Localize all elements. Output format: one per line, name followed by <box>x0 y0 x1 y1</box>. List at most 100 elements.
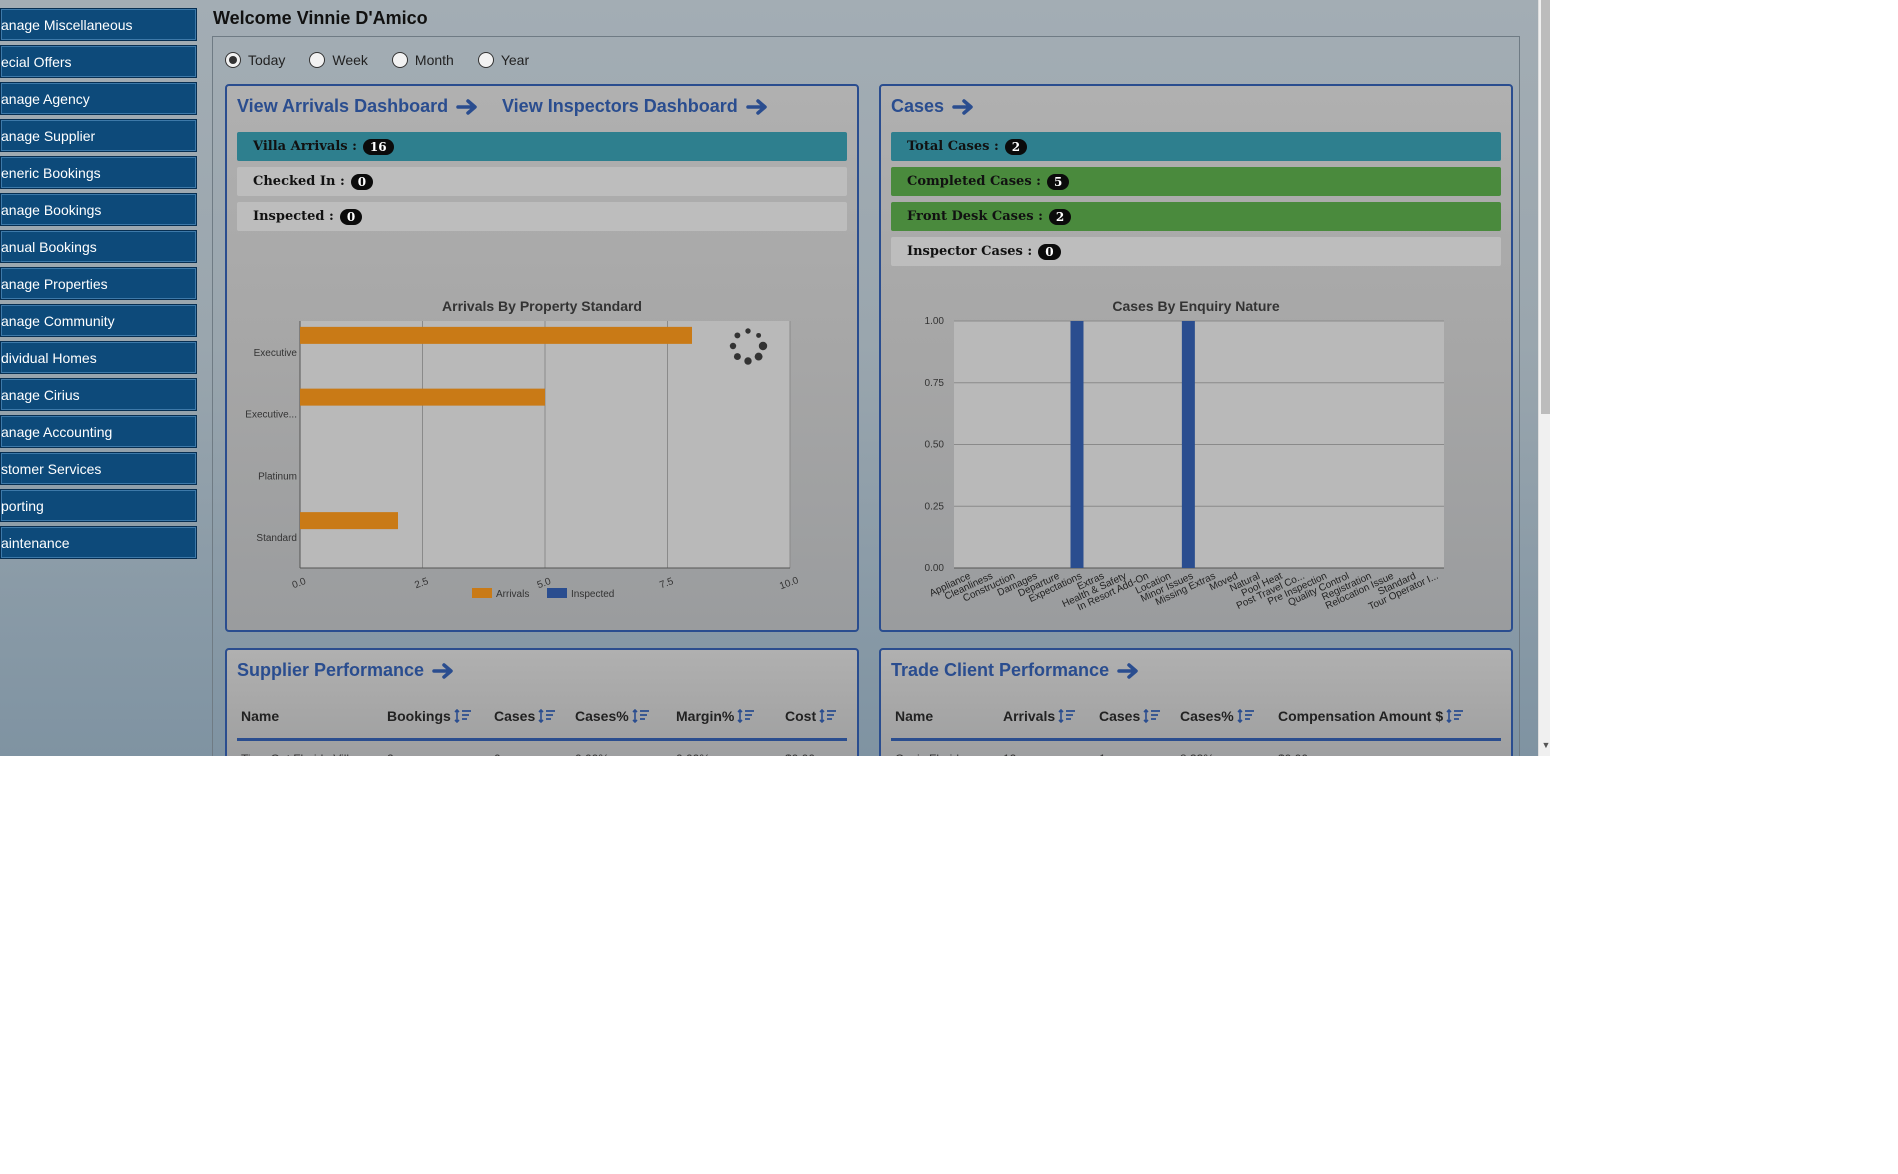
sort-icon[interactable] <box>1446 709 1464 723</box>
sidebar-item-label: eneric Bookings <box>1 164 101 181</box>
cases-bar <box>1181 321 1195 568</box>
column-header[interactable]: Bookings <box>387 708 472 724</box>
sort-icon[interactable] <box>1237 709 1255 723</box>
arrivals-panel: View Arrivals Dashboard View Inspectors … <box>225 84 859 632</box>
stat-badge: 2 <box>1004 138 1028 155</box>
column-header-label: Cases <box>1099 708 1141 724</box>
column-header[interactable]: Compensation Amount $ <box>1278 708 1464 724</box>
cases-title: Cases <box>891 96 945 116</box>
stat-label: Front Desk Cases : <box>907 209 1043 224</box>
app-window: anage Miscellaneous ecial Offers anage Age… <box>0 0 1550 756</box>
stat-badge: 16 <box>362 138 394 155</box>
stat-badge: 5 <box>1046 173 1070 190</box>
column-header[interactable]: Cases% <box>1180 708 1255 724</box>
column-header-label: Name <box>895 708 934 724</box>
y-tick-label: 0.75 <box>925 378 945 389</box>
supplier-performance-panel: Supplier Performance Name Bookings Cases Ca… <box>225 648 859 756</box>
sidebar-item[interactable]: porting <box>0 489 197 522</box>
sidebar-item[interactable]: anage Accounting <box>0 415 197 448</box>
stat-row: Checked In : 0 <box>237 167 847 196</box>
sidebar-item[interactable]: anage Bookings <box>0 193 197 226</box>
view-arrivals-dashboard-link[interactable]: View Arrivals Dashboard <box>237 96 480 117</box>
y-tick-label: Executive... <box>245 410 297 421</box>
x-tick-label: 0.0 <box>291 576 308 591</box>
sidebar-item[interactable]: dividual Homes <box>0 341 197 374</box>
y-tick-label: 0.50 <box>925 440 945 451</box>
cases-chart: 0.000.250.500.751.00ApplianceCleanliness… <box>925 316 1444 613</box>
sidebar-item-label: porting <box>1 497 44 514</box>
legend-label: Arrivals <box>496 589 529 600</box>
sidebar-item[interactable]: ecial Offers <box>0 45 197 78</box>
sort-icon[interactable] <box>1143 709 1161 723</box>
trade-client-performance-link[interactable]: Trade Client Performance <box>891 660 1141 681</box>
column-header-label: Cases% <box>1180 708 1234 724</box>
trade-client-performance-panel: Trade Client Performance Name Arrivals Cas… <box>879 648 1513 756</box>
arrow-right-icon <box>432 662 453 679</box>
stat-badge: 2 <box>1048 208 1072 225</box>
radio-icon[interactable] <box>477 52 494 68</box>
sidebar-item-label: anage Supplier <box>1 127 96 144</box>
range-option-month[interactable]: Month <box>391 52 454 68</box>
y-tick-label: Standard <box>256 533 297 544</box>
sidebar-item-label: anage Community <box>1 312 115 329</box>
legend-label: Inspected <box>571 589 614 600</box>
sort-icon[interactable] <box>538 709 556 723</box>
table-cell: 0.00% <box>575 752 609 756</box>
stat-label: Inspected : <box>253 209 334 224</box>
cases-panel: Cases Total Cases : 2 Completed Cases : 5 Fr… <box>879 84 1513 632</box>
stat-row: Total Cases : 2 <box>891 132 1501 161</box>
loading-spinner-dot <box>758 341 768 351</box>
sort-icon[interactable] <box>737 709 755 723</box>
y-tick-label: 0.00 <box>925 563 945 574</box>
table-cell: Oasis Florida <box>895 752 966 756</box>
sidebar-item[interactable]: anual Bookings <box>0 230 197 263</box>
arrow-right-icon <box>456 98 477 115</box>
loading-spinner-dot <box>744 357 752 365</box>
radio-icon[interactable] <box>309 52 326 68</box>
column-header[interactable]: Name <box>241 708 279 724</box>
sort-icon[interactable] <box>632 709 650 723</box>
range-option-today[interactable]: Today <box>225 52 285 68</box>
loading-spinner-dot <box>729 342 737 350</box>
sidebar-item[interactable]: anage Cirius <box>0 378 197 411</box>
column-header[interactable]: Arrivals <box>1003 708 1076 724</box>
loading-spinner-dot <box>745 328 751 334</box>
sidebar-item[interactable]: anage Miscellaneous <box>0 8 197 41</box>
arrivals-bar <box>300 512 398 530</box>
sidebar-item-label: anage Accounting <box>1 423 113 440</box>
column-header[interactable]: Cases% <box>575 708 650 724</box>
sidebar-item[interactable]: anage Agency <box>0 82 197 115</box>
stat-row: Inspector Cases : 0 <box>891 237 1501 266</box>
column-header[interactable]: Cost <box>785 708 837 724</box>
sidebar-item-label: stomer Services <box>1 460 102 477</box>
column-header[interactable]: Cases <box>494 708 556 724</box>
column-header-label: Bookings <box>387 708 451 724</box>
sort-icon[interactable] <box>1058 709 1076 723</box>
sort-icon[interactable] <box>819 709 837 723</box>
arrivals-bar <box>300 326 692 344</box>
range-option-year[interactable]: Year <box>477 52 529 68</box>
sidebar-item[interactable]: anage Community <box>0 304 197 337</box>
sidebar-item[interactable]: anage Supplier <box>0 119 197 152</box>
range-option-week[interactable]: Week <box>309 52 368 68</box>
range-option-label: Week <box>332 52 368 68</box>
view-inspectors-dashboard-link[interactable]: View Inspectors Dashboard <box>502 96 770 117</box>
range-option-label: Today <box>248 52 286 68</box>
column-header[interactable]: Margin% <box>676 708 755 724</box>
scroll-down-arrow-icon[interactable]: ▼ <box>1540 740 1550 754</box>
sidebar-item[interactable]: anage Properties <box>0 267 197 300</box>
cases-link[interactable]: Cases <box>891 96 976 117</box>
sidebar-item[interactable]: aintenance <box>0 526 197 559</box>
scrollbar-thumb[interactable] <box>1541 0 1550 414</box>
arrivals-chart: 0.0 2.5 5.0 7.5 10.0ExecutiveExecutive...Pla… <box>245 321 801 600</box>
sort-icon[interactable] <box>454 709 472 723</box>
sidebar-item[interactable]: eneric Bookings <box>0 156 197 189</box>
sidebar-item[interactable]: stomer Services <box>0 452 197 485</box>
supplier-performance-link[interactable]: Supplier Performance <box>237 660 456 681</box>
column-header[interactable]: Cases <box>1099 708 1161 724</box>
sidebar-item-label: anage Miscellaneous <box>1 16 133 33</box>
x-tick-label: 2.5 <box>413 576 430 591</box>
column-header[interactable]: Name <box>895 708 933 724</box>
radio-icon[interactable] <box>391 52 408 68</box>
radio-icon[interactable] <box>225 52 241 68</box>
